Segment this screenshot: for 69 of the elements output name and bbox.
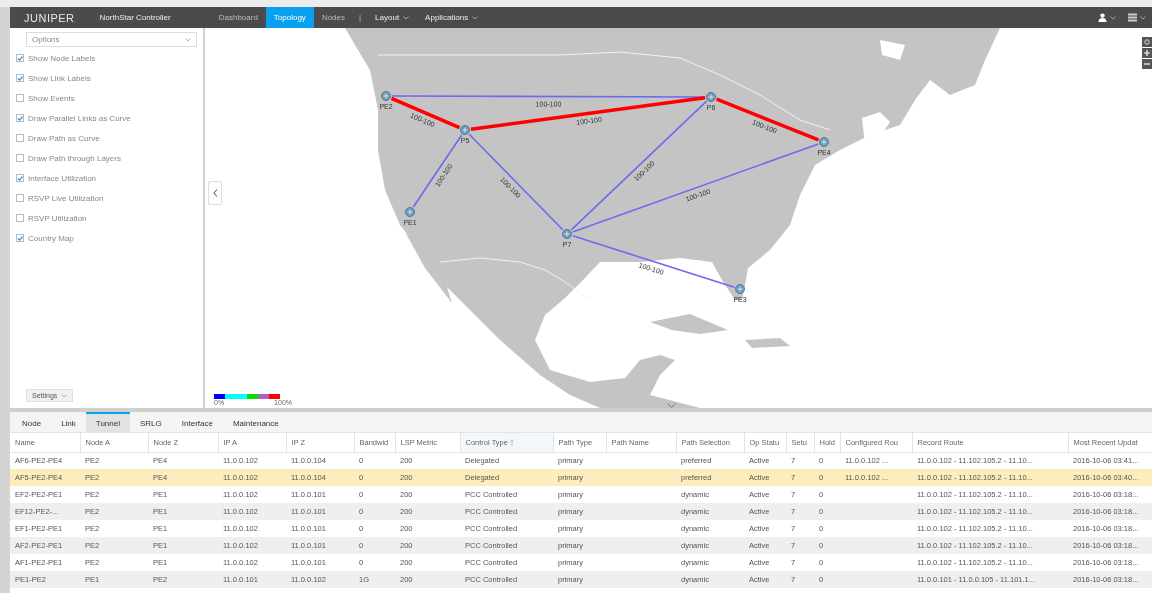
router-node-icon[interactable] [381, 91, 391, 101]
checkbox[interactable] [16, 234, 24, 242]
caret-icon [472, 15, 479, 20]
option-label: Draw Parallel Links as Curve [28, 113, 131, 123]
option-label: Draw Path as Curve [28, 133, 100, 143]
option-label: Interface Utilization [28, 173, 97, 183]
option-label: Show Link Labels [28, 73, 91, 83]
plus-icon [1144, 50, 1150, 56]
caret-icon [1110, 15, 1116, 20]
zoom-out-button[interactable] [1142, 59, 1152, 69]
link-line[interactable] [470, 96, 706, 131]
minus-icon [1144, 63, 1150, 65]
link-line[interactable] [570, 100, 708, 231]
collapse-handle[interactable] [208, 181, 222, 205]
checkbox[interactable] [16, 174, 24, 182]
router-node-icon[interactable] [819, 137, 829, 147]
menu-icon [1128, 13, 1137, 22]
app-title: NorthStar Controller [99, 13, 171, 22]
link-line[interactable] [468, 133, 564, 231]
panel-tab[interactable]: Maintenance [222, 412, 289, 432]
checkbox[interactable] [16, 74, 24, 82]
option-label: RSVP Live Utilization [28, 193, 104, 203]
options-dropdown[interactable]: Options [26, 32, 197, 47]
nav-menu[interactable]: Layout [367, 7, 418, 28]
checkbox[interactable] [16, 114, 24, 122]
option-label: Show Events [28, 93, 75, 103]
panel-tab[interactable]: Interface [171, 412, 223, 432]
link-line[interactable] [571, 235, 736, 288]
router-node-icon[interactable] [562, 229, 572, 239]
caret-icon [1140, 15, 1146, 20]
checkbox[interactable] [16, 94, 24, 102]
zoom-in-button[interactable] [1142, 48, 1152, 58]
user-icon [1098, 13, 1107, 22]
link-line[interactable] [715, 97, 820, 142]
nav-tab[interactable]: Nodes [313, 7, 353, 28]
sort-up-icon [509, 438, 514, 446]
nav-menu[interactable]: Applications [417, 7, 487, 28]
caret-icon [61, 393, 68, 398]
link-line[interactable] [571, 143, 820, 233]
router-node-icon[interactable] [706, 92, 716, 102]
panel-tab[interactable]: Node [12, 412, 52, 432]
chevron-left-icon [212, 189, 218, 197]
checkbox[interactable] [16, 214, 24, 222]
router-node-icon[interactable] [735, 284, 745, 294]
option-label: Show Node Labels [28, 53, 96, 63]
option-label: RSVP Utilization [28, 213, 87, 223]
nav-tab[interactable]: Dashboard [210, 7, 266, 28]
router-node-icon[interactable] [460, 125, 470, 135]
logo: JUNIPER [24, 11, 75, 24]
user-menu[interactable] [1098, 13, 1116, 22]
option-label: Draw Path through Layers [28, 153, 121, 163]
link-line[interactable] [412, 134, 463, 208]
nav-separator: | [358, 12, 363, 24]
checkbox[interactable] [16, 154, 24, 162]
panel-tab[interactable]: Tunnel [85, 412, 130, 432]
main-menu[interactable] [1128, 13, 1146, 22]
panel-tab[interactable]: SRLG [130, 412, 172, 432]
option-label: Country Map [28, 233, 74, 243]
panel-tab[interactable]: Link [51, 412, 86, 432]
caret-icon [403, 15, 410, 20]
checkbox[interactable] [16, 54, 24, 62]
router-node-icon[interactable] [405, 207, 415, 217]
checkbox[interactable] [16, 134, 24, 142]
reset-zoom-button[interactable] [1142, 37, 1152, 47]
circle-icon [1144, 39, 1150, 45]
link-line[interactable] [390, 96, 461, 130]
chevron-down-icon[interactable] [667, 403, 676, 408]
checkbox[interactable] [16, 194, 24, 202]
caret-icon [185, 37, 191, 42]
